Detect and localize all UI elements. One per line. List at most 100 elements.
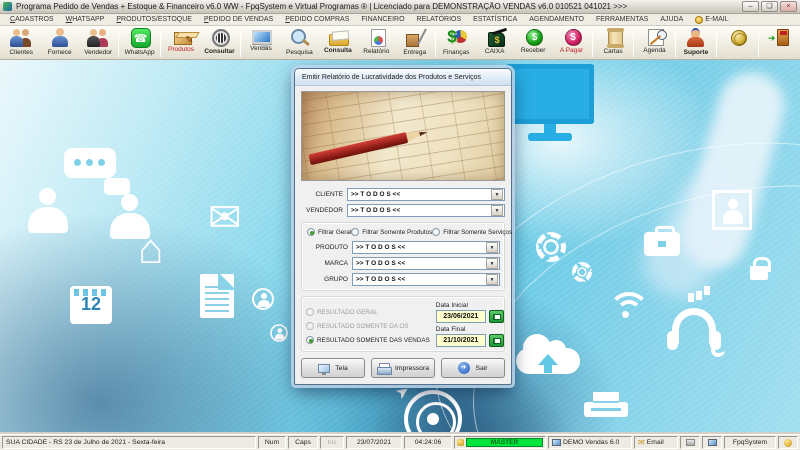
status-version-panel: DEMO Vendas 6.0: [548, 436, 632, 449]
dialog-header-photo: [301, 91, 505, 181]
toolbar-button-entrega[interactable]: Entrega: [396, 27, 434, 59]
chevron-down-icon[interactable]: [486, 242, 498, 253]
minimize-button[interactable]: –: [742, 1, 759, 12]
bar-chart-icon: [688, 282, 714, 302]
tela-button-label: Tela: [335, 364, 348, 372]
gear-icon: [572, 262, 592, 282]
person-icon: [28, 188, 68, 240]
toolbar-separator: [239, 29, 241, 57]
toolbar-separator: [591, 29, 593, 57]
radio-dot: [307, 228, 315, 236]
sair-button[interactable]: Sair: [441, 358, 505, 378]
toolbar-label-whatsapp: WhatsApp: [124, 49, 155, 56]
menu-pedido-de-vendas[interactable]: PEDIDO DE VENDAS: [198, 16, 279, 23]
toolbar-button-sair[interactable]: [760, 27, 798, 59]
report-icon: [370, 29, 386, 47]
status-screen-panel[interactable]: [702, 436, 722, 449]
toolbar-button-receber[interactable]: Receber: [514, 27, 552, 59]
data-final-input[interactable]: [435, 334, 486, 347]
cliente-dropdown[interactable]: >> T O D O S <<: [347, 188, 505, 201]
toolbar-button-suporte[interactable]: Suporte: [677, 27, 715, 59]
toolbar-button-moeda[interactable]: [718, 27, 756, 59]
toolbar-button-pesquisa[interactable]: Pesquisa: [280, 27, 318, 59]
calendar-picker-button[interactable]: [488, 334, 504, 347]
toolbar-button-a-pagar[interactable]: A Pagar: [552, 27, 590, 59]
impressora-button[interactable]: Impressora: [371, 358, 435, 378]
chevron-down-icon[interactable]: [491, 205, 503, 216]
printer-icon: [584, 392, 628, 417]
desktop-background: ✉ ⌂ 12 ➤ Emitir Relatório de Lucrativida…: [0, 60, 800, 432]
toolbar-button-whatsapp[interactable]: WhatsApp: [120, 27, 158, 59]
email-menu-icon: [695, 15, 704, 24]
toolbar-button-financas[interactable]: Finanças: [437, 27, 475, 59]
toolbar-button-fornece[interactable]: Fornece: [40, 27, 78, 59]
radio-label: RESULTADO SOMENTE DA OS: [317, 322, 409, 330]
chevron-down-icon[interactable]: [486, 274, 498, 285]
status-email-panel[interactable]: ✉ Email: [634, 436, 678, 449]
toolbar-separator: [434, 29, 436, 57]
status-email: Email: [646, 439, 664, 446]
radio-filtrar-geral[interactable]: Filtrar Geral: [307, 228, 351, 236]
calendar-picker-button[interactable]: [488, 310, 504, 323]
toolbar-label-financas: Finanças: [443, 49, 470, 56]
toolbar-button-consultar[interactable]: Consultar: [200, 27, 238, 59]
maximize-button[interactable]: ❏: [761, 1, 778, 12]
wifi-icon: [608, 292, 642, 318]
menu-whatsapp[interactable]: WHATSAPP: [60, 16, 111, 23]
grupo-dropdown[interactable]: >> T O D O S <<: [352, 273, 500, 286]
toolbar-button-vendedor[interactable]: Vendedor: [79, 27, 117, 59]
produto-dropdown[interactable]: >> T O D O S <<: [352, 241, 500, 254]
radio-dot: [306, 308, 314, 316]
chevron-down-icon[interactable]: [491, 189, 503, 200]
toolbar-button-clientes[interactable]: Clientes: [2, 27, 40, 59]
toolbar-label-consultar: Consultar: [204, 48, 235, 55]
toolbar-button-caixa[interactable]: CAIXA: [475, 27, 513, 59]
marca-dropdown[interactable]: >> T O D O S <<: [352, 257, 500, 270]
toolbar-label-relatorio: Relatório: [363, 48, 390, 55]
folder-icon: [328, 34, 349, 46]
sales-screen-icon: [251, 30, 272, 47]
radio-filtrar-somente-produtos[interactable]: Filtrar Somente Produtos: [351, 228, 432, 236]
vendedor-row: VENDEDOR >> T O D O S <<: [301, 204, 505, 217]
toolbar-button-cartas[interactable]: Cartas: [594, 27, 632, 59]
status-insert: Ins: [320, 436, 344, 449]
toolbar-separator: [757, 29, 759, 57]
radio-dot: [351, 228, 360, 236]
status-printer-panel[interactable]: [680, 436, 700, 449]
toolbar-button-vendas[interactable]: Vendas: [242, 27, 280, 59]
toolbar-button-relatorio[interactable]: Relatório: [357, 27, 395, 59]
menu-estatistica[interactable]: ESTATÍSTICA: [467, 16, 523, 23]
radio-resultado-somente-da-os[interactable]: RESULTADO SOMENTE DA OS: [306, 322, 430, 330]
menu-cadastros[interactable]: CADASTROS: [4, 16, 60, 23]
menu-pedido-compras[interactable]: PEDIDO COMPRAS: [279, 16, 355, 23]
toolbar-label-entrega: Entrega: [403, 49, 427, 56]
tela-button[interactable]: Tela: [301, 358, 365, 378]
monitor-icon: [506, 64, 594, 141]
chat-bubble-icon: [104, 178, 130, 195]
radio-resultado-geral[interactable]: RESULTADO GERAL: [306, 308, 430, 316]
toolbar-button-agenda[interactable]: Agenda: [635, 27, 673, 59]
filter-groupbox: Filtrar Geral Filtrar Somente Produtos F…: [301, 222, 512, 291]
toolbar-button-consulta[interactable]: Consulta: [319, 27, 357, 59]
toolbar-separator: [118, 29, 120, 57]
screen-icon: [318, 363, 331, 375]
chevron-down-icon[interactable]: [486, 258, 498, 269]
menu-financeiro[interactable]: FINANCEIRO: [355, 16, 410, 23]
menu-ajuda[interactable]: AJUDA: [654, 16, 689, 23]
menu-email[interactable]: E-MAIL: [689, 15, 734, 24]
toolbar-separator: [159, 29, 161, 57]
radio-filtrar-somente-servicos[interactable]: Filtrar Somente Serviços: [432, 228, 512, 236]
radio-resultado-somente-das-vendas[interactable]: RESULTADO SOMENTE DAS VENDAS: [306, 336, 430, 344]
toolbar-button-produtos[interactable]: Produtos: [162, 27, 200, 59]
data-inicial-input[interactable]: [435, 310, 486, 323]
close-button[interactable]: ×: [780, 1, 797, 12]
produto-value: >> T O D O S <<: [356, 244, 406, 251]
window-title: Programa Pedido de Vendas + Estoque & Fi…: [16, 2, 628, 11]
vendedor-dropdown[interactable]: >> T O D O S <<: [347, 204, 505, 217]
menu-produtos-estoque[interactable]: PRODUTOS/ESTOQUE: [110, 16, 198, 23]
menu-agendamento[interactable]: AGENDAMENTO: [523, 16, 590, 23]
dialog-titlebar[interactable]: Emitir Relatório de Lucratividade dos Pr…: [295, 69, 511, 86]
menu-ferramentas[interactable]: FERRAMENTAS: [590, 16, 654, 23]
receivables-icon: [526, 29, 544, 46]
menu-relatorios[interactable]: RELATÓRIOS: [411, 16, 468, 23]
